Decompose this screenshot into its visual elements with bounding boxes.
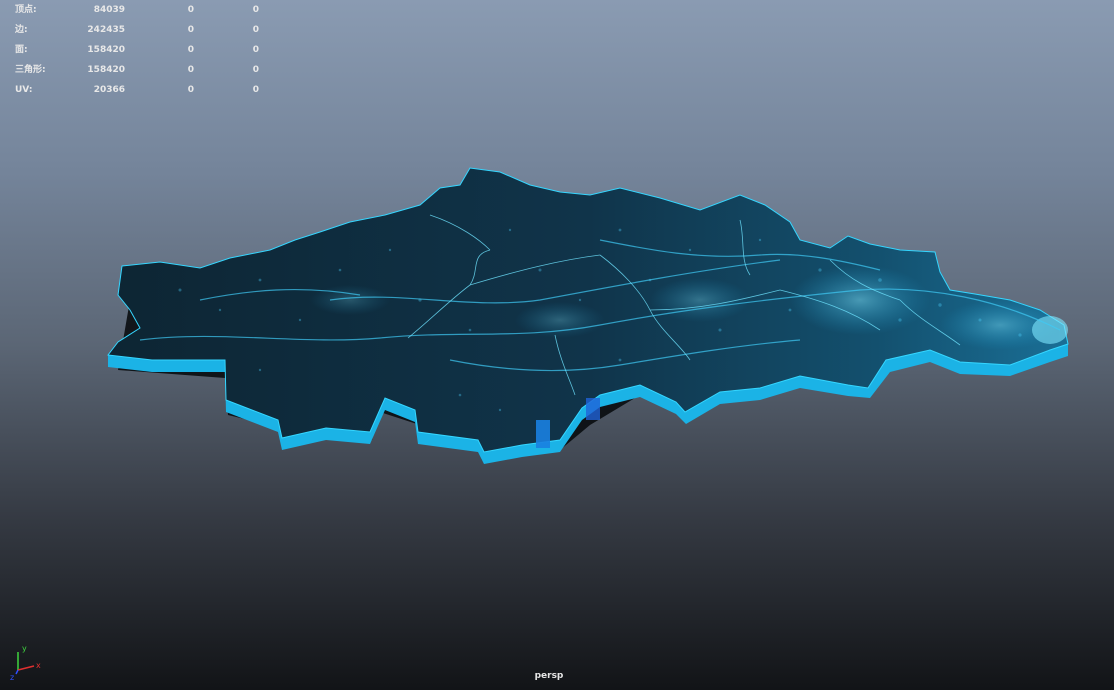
axis-gizmo-icon: y x z: [10, 644, 41, 680]
wall-highlight: [586, 398, 600, 420]
terrain-map-mesh[interactable]: [0, 0, 1114, 690]
city-glow: [310, 285, 390, 315]
maya-viewport[interactable]: 顶点: 84039 0 0 边: 242435 0 0 面: 158420 0 …: [0, 0, 1114, 690]
city-glow: [790, 265, 930, 335]
city-glow: [650, 278, 750, 322]
wall-highlight: [536, 420, 550, 448]
axis-y-label: y: [22, 644, 27, 653]
axis-x-label: x: [36, 661, 41, 670]
camera-name-label: persp: [534, 671, 564, 681]
axis-z-label: z: [10, 673, 14, 680]
